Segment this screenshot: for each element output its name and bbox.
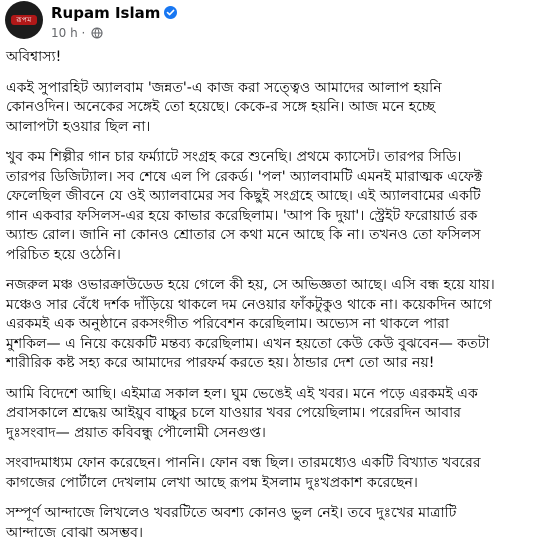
post-paragraph: অবিশ্বাস্য! [6,49,62,65]
post-paragraph: আমি বিদেশে আছি। এইমাত্র সকাল হল। ঘুম ভেঙ… [6,385,478,441]
timestamp[interactable]: 10 h [51,26,78,40]
globe-icon[interactable] [91,27,103,42]
post-paragraph: সংবাদমাধ্যম ফোন করেছেন। পাননি। ফোন বন্ধ … [6,455,481,491]
avatar-logo: রূপম [11,15,37,25]
post-paragraph: নজরুল মঞ্চ ওভারক্রাউডেড হয়ে গেলে কী হয়… [6,277,495,371]
post-meta: 10 h · [51,26,103,42]
post-paragraph: একই সুপারহিট অ্যালবাম 'জন্নত'-এ কাজ করা … [6,79,442,135]
avatar[interactable]: রূপম [5,1,43,39]
author-link[interactable]: Rupam Islam [51,4,178,22]
author-name[interactable]: Rupam Islam [51,4,160,22]
verified-badge-icon [164,6,178,19]
post-body: অবিশ্বাস্য! একই সুপারহিট অ্যালবাম 'জন্নত… [6,48,540,554]
post-paragraph: খুব কম শিল্পীর গান চার ফর্ম্যাটে সংগ্রহ … [6,149,483,263]
post-header: রূপম Rupam Islam 10 h · [0,0,545,50]
meta-separator: · [81,26,86,40]
post-paragraph: সম্পূর্ণ আন্দাজে লিখলেও খবরটিতে অবশ্য কো… [6,505,457,541]
